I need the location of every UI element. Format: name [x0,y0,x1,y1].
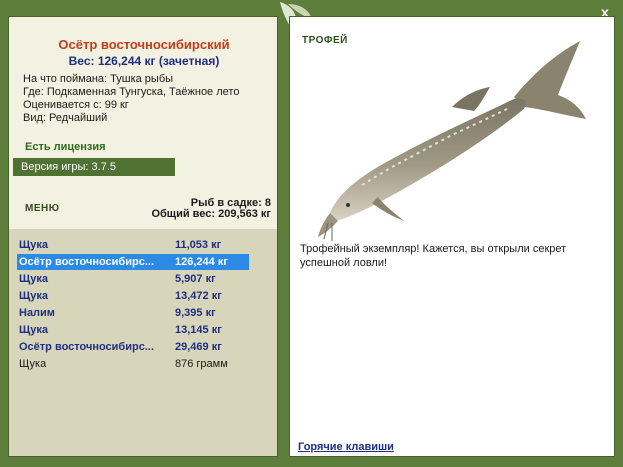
trophy-panel: ТРОФЕЙ Трофейный экземпляр! Кажется, вы … [289,16,615,457]
hotkeys-link[interactable]: Горячие клавиши [298,441,394,453]
bait-info: На что поймана: Тушка рыбы [23,73,174,85]
list-item[interactable]: Осётр восточносибирс... 29,469 кг [17,339,249,355]
catch-name: Осётр восточносибирс... [19,256,154,268]
catch-weight: 13,145 кг [175,324,222,336]
license-status: Есть лицензия [25,141,106,153]
sturgeon-image [318,41,586,241]
catch-name: Щука [19,290,48,302]
catch-weight: 126,244 кг [175,256,228,268]
rarity-info: Вид: Редчайший [23,112,108,124]
catch-weight: 876 грамм [175,358,228,370]
list-item[interactable]: Налим 9,395 кг [17,305,249,321]
catch-name: Щука [19,273,48,285]
fish-title: Осётр восточносибирский [58,37,230,52]
value-info: Оценивается с: 99 кг [23,99,129,111]
catch-name: Щука [19,324,48,336]
list-item-selected[interactable]: Осётр восточносибирс... 126,244 кг [17,254,249,270]
catch-weight: 5,907 кг [175,273,216,285]
catch-name: Осётр восточносибирс... [19,341,154,353]
catch-list: Щука 11,053 кг Осётр восточносибирс... 1… [9,229,277,456]
catch-weight: 9,395 кг [175,307,216,319]
catch-weight: 13,472 кг [175,290,222,302]
catch-info-panel: Осётр восточносибирский Вес: 126,244 кг … [8,16,278,457]
list-item[interactable]: Щука 13,472 кг [17,288,249,304]
catch-name: Щука [19,239,48,251]
list-item[interactable]: Щука 876 грамм [17,356,249,372]
menu-button[interactable]: МЕНЮ [25,203,60,214]
list-item[interactable]: Щука 13,145 кг [17,322,249,338]
catch-weight: 11,053 кг [175,239,222,251]
location-info: Где: Подкаменная Тунгуска, Таёжное лето [23,86,240,98]
keep-net-total: Общий вес: 209,563 кг [151,208,271,220]
catch-name: Щука [19,358,47,370]
list-item[interactable]: Щука 11,053 кг [17,237,249,253]
catch-weight: 29,469 кг [175,341,222,353]
catch-name: Налим [19,307,55,319]
list-item[interactable]: Щука 5,907 кг [17,271,249,287]
trophy-description: Трофейный экземпляр! Кажется, вы открыли… [300,243,567,269]
version-bar: Версия игры: 3.7.5 [13,158,175,176]
fish-weight: Вес: 126,244 кг (зачетная) [68,54,220,68]
